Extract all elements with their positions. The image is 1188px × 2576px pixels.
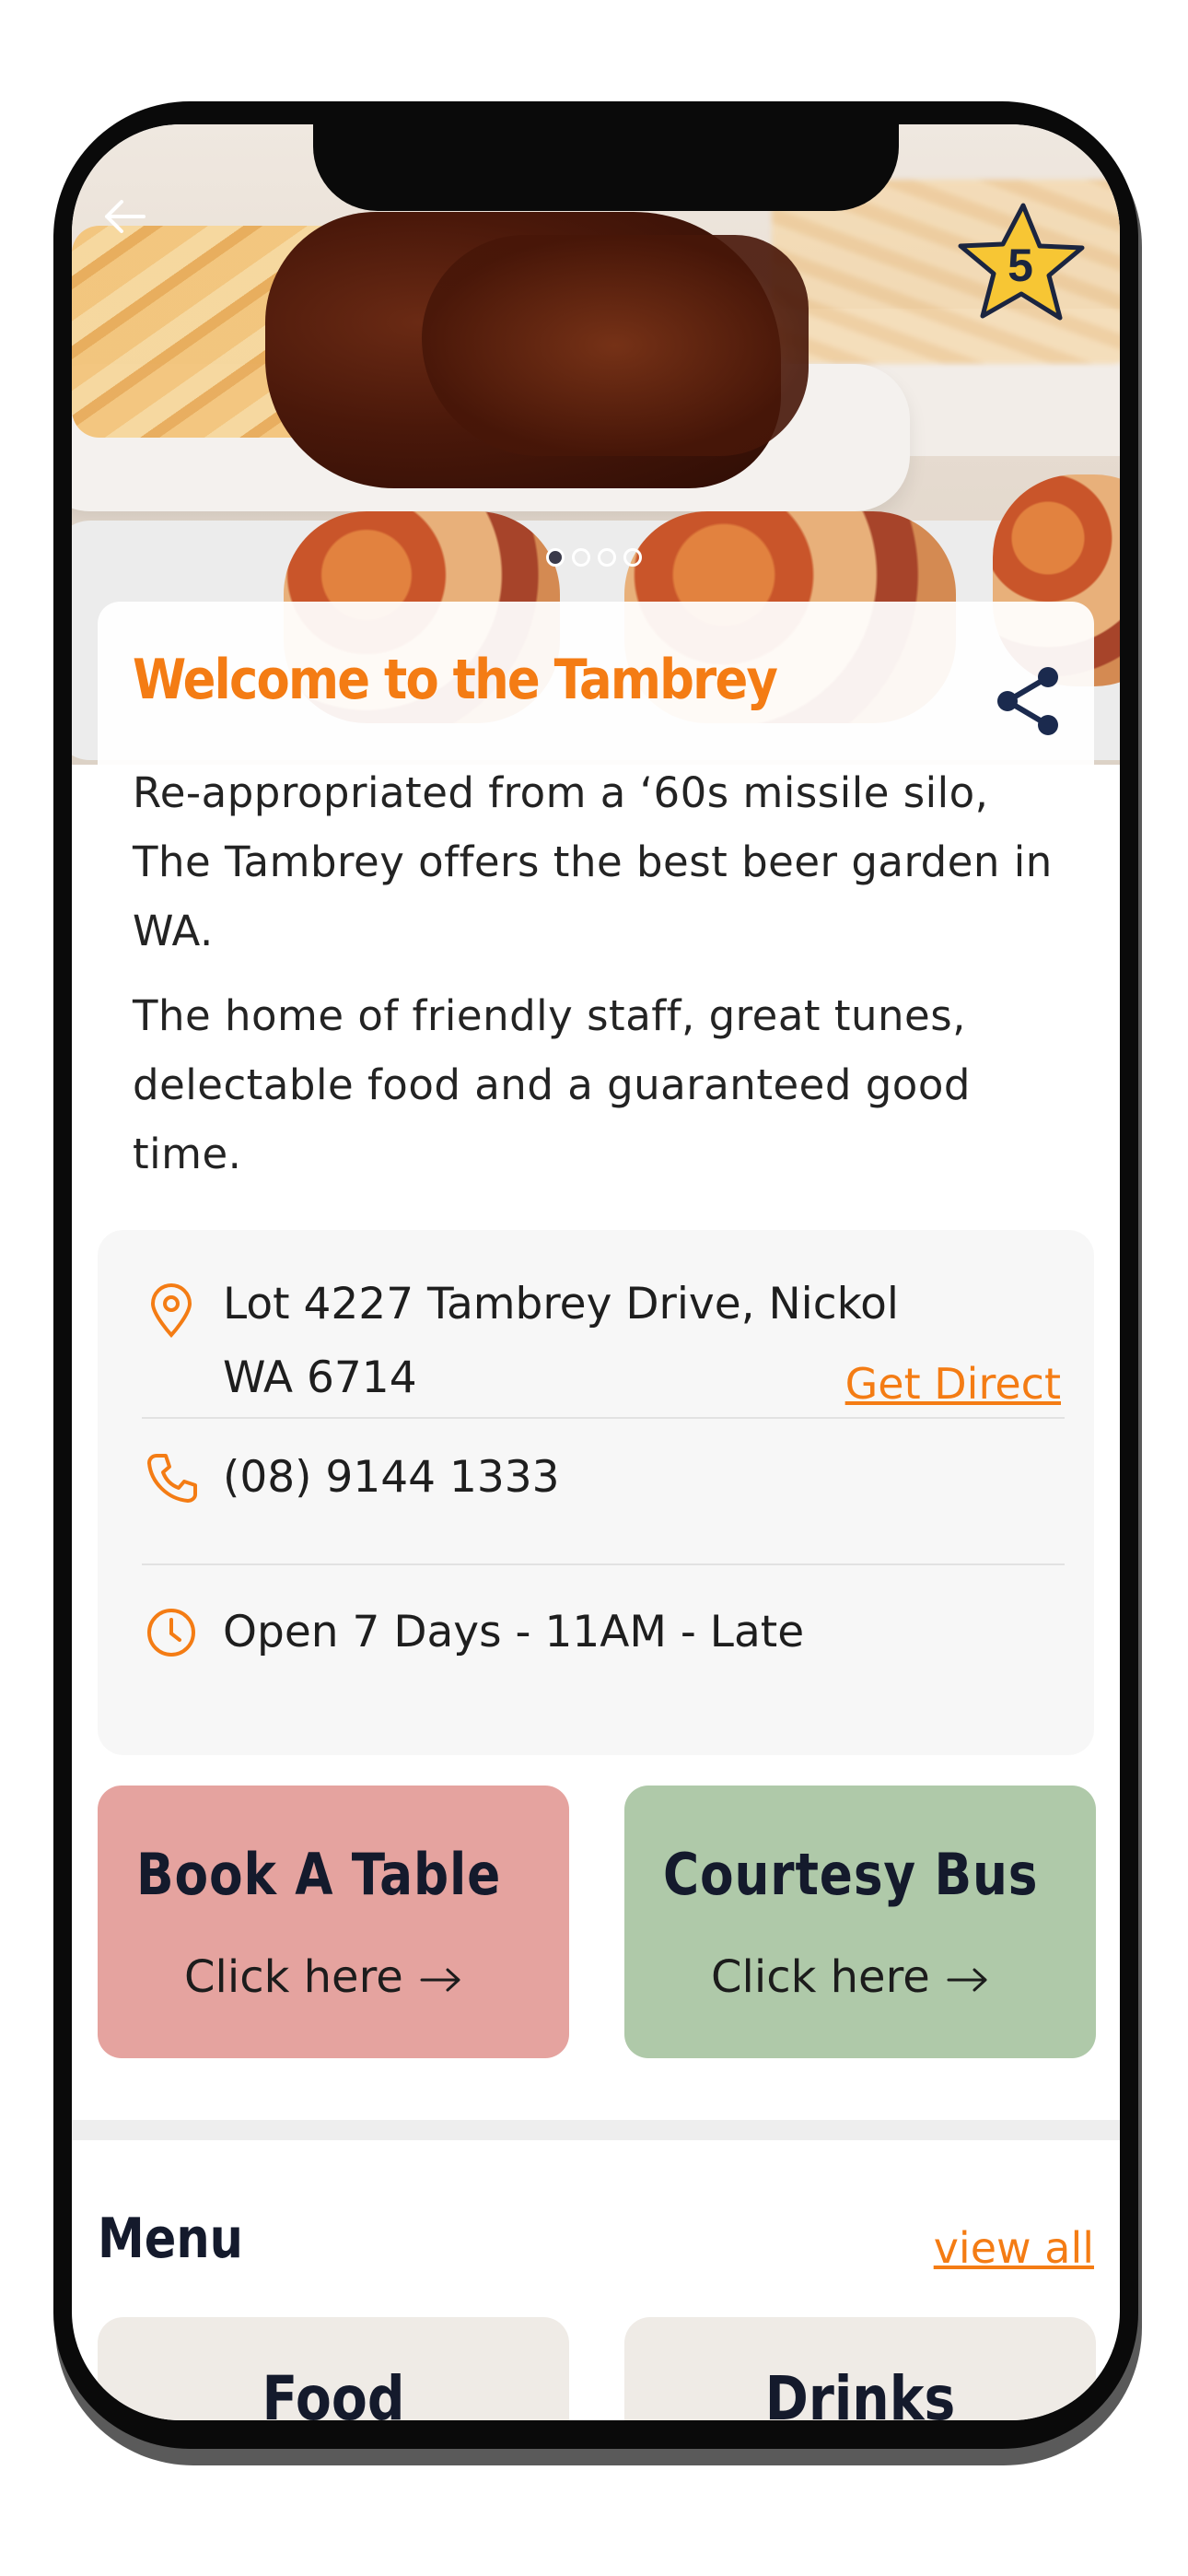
menu-card-label: Food (262, 2363, 405, 2420)
arrow-right-icon (420, 1968, 460, 1992)
menu-card-label: Drinks (764, 2363, 956, 2420)
venue-info-panel: Lot 4227 Tambrey Drive, Nickol WA 6714 G… (98, 1230, 1094, 1755)
carousel-dot[interactable] (623, 548, 642, 567)
get-directions-link[interactable]: Get Direct (845, 1359, 1061, 1409)
address-line-2: WA 6714 (223, 1352, 417, 1403)
carousel-dot[interactable] (598, 548, 616, 567)
phone-number[interactable]: (08) 9144 1333 (223, 1440, 560, 1516)
click-here-label: Click here (184, 1951, 403, 2003)
clock-icon (147, 1609, 195, 1657)
view-all-link[interactable]: view all (934, 2223, 1094, 2273)
courtesy-bus-cta: Click here (711, 1951, 989, 2003)
notch (313, 124, 899, 211)
opening-hours: Open 7 Days - 11AM - Late (223, 1607, 805, 1657)
section-divider (72, 2120, 1120, 2140)
rating-value: 5 (1007, 240, 1033, 291)
welcome-card: Welcome to the Tambrey (98, 602, 1094, 769)
location-pin-icon (150, 1283, 192, 1338)
divider (142, 1417, 1065, 1419)
menu-card-drinks[interactable]: Drinks (624, 2317, 1096, 2420)
carousel-dots[interactable] (546, 548, 642, 567)
phone-icon (147, 1454, 197, 1503)
arrow-left-icon[interactable] (98, 193, 153, 240)
share-icon[interactable] (993, 664, 1065, 736)
carousel-dot[interactable] (546, 548, 565, 567)
menu-heading: Menu (98, 2207, 243, 2271)
click-here-label: Click here (711, 1951, 930, 2003)
rating-badge: 5 (951, 198, 1089, 336)
carousel-dot[interactable] (572, 548, 590, 567)
book-table-title: Book A Table (136, 1841, 502, 1908)
description-paragraph: The home of friendly staff, great tunes,… (133, 991, 971, 1178)
courtesy-bus-title: Courtesy Bus (663, 1841, 1039, 1908)
description-paragraph: Re-appropriated from a ‘60s missile silo… (133, 768, 1053, 955)
book-table-button[interactable]: Book A Table Click here (98, 1786, 569, 2058)
divider (142, 1563, 1065, 1565)
book-table-cta: Click here (184, 1951, 462, 2003)
menu-card-food[interactable]: Food (98, 2317, 569, 2420)
screen: 5 Welcome to the Tambrey Re-appropriated… (72, 124, 1120, 2420)
address-line-1: Lot 4227 Tambrey Drive, Nickol (223, 1279, 899, 1329)
page-title: Welcome to the Tambrey (133, 648, 778, 712)
courtesy-bus-button[interactable]: Courtesy Bus Click here (624, 1786, 1096, 2058)
arrow-right-icon (947, 1968, 987, 1992)
